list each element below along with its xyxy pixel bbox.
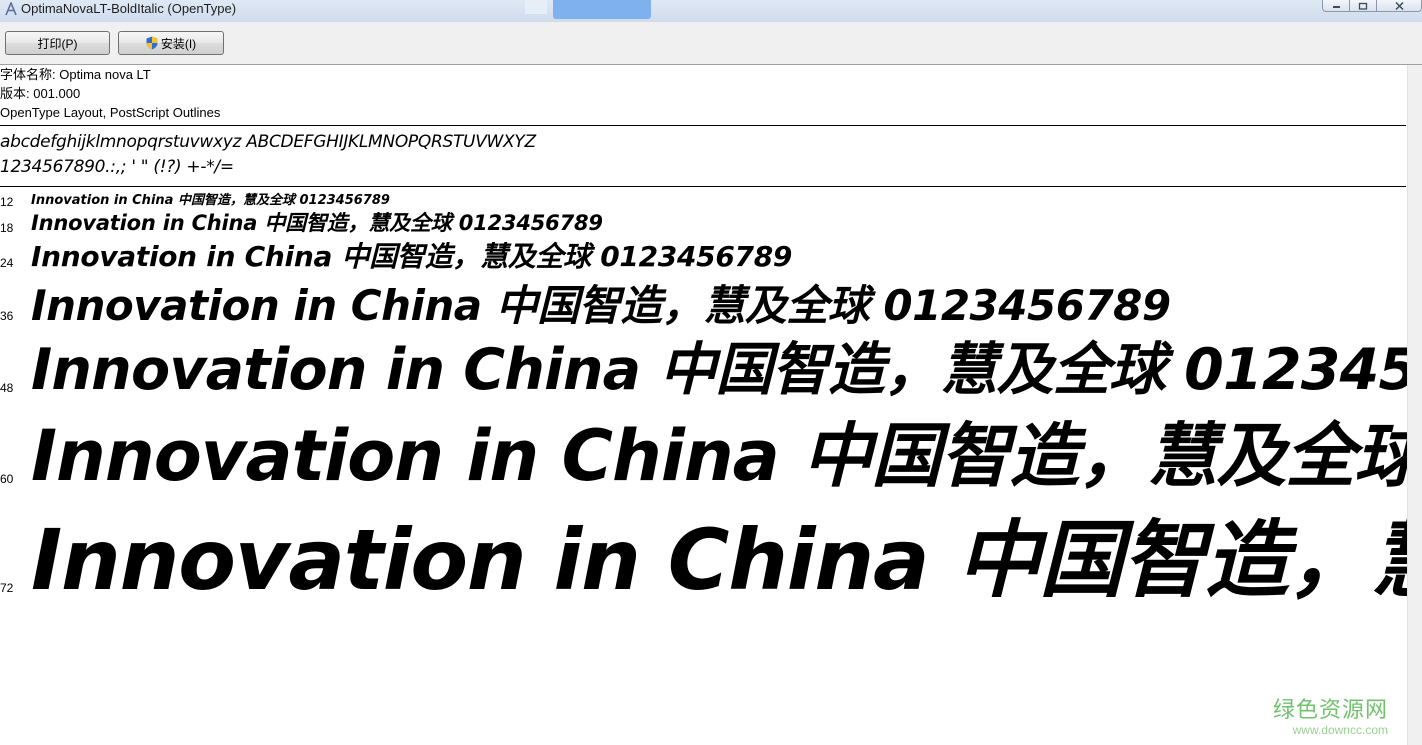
sample-text: Innovation in China 中国智造，慧及全球 0123456789 — [31, 193, 390, 208]
sample-text: Innovation in China 中国智造，慧及全球 0123456789 — [31, 281, 1171, 330]
restore-icon — [1358, 2, 1368, 10]
charset-symbols: 1234567890.:,; ' " (!?) +-*/= — [0, 157, 234, 177]
print-button-label: 打印(P) — [37, 36, 78, 51]
close-button[interactable] — [1376, 0, 1422, 12]
sample-size-label: 60 — [0, 472, 14, 486]
sample-text: Innovation in China 中国智造，慧及全球 0123456789 — [31, 211, 603, 235]
font-viewer-window: OptimaNovaLT-BoldItalic (OpenType) 打印(P) — [0, 0, 1422, 745]
watermark-title: 绿色资源网 — [1272, 698, 1388, 723]
font-type-line: OpenType Layout, PostScript Outlines — [0, 105, 221, 120]
uac-shield-icon — [146, 36, 158, 50]
sample-text: Innovation in China 中国智造，慧及全球 0123456789 — [31, 240, 793, 273]
install-button-label: 安装(I) — [160, 36, 197, 51]
sample-text: Innovation in China 中国智造，慧及全球 0123456789 — [31, 511, 1408, 609]
font-app-icon — [5, 2, 17, 16]
sample-size-label: 24 — [0, 256, 14, 270]
background-window-fragment — [525, 0, 547, 14]
title-bar[interactable]: OptimaNovaLT-BoldItalic (OpenType) — [0, 0, 1422, 22]
watermark-url: www.downcc.com — [1292, 723, 1388, 737]
print-button[interactable]: 打印(P) — [5, 31, 110, 55]
toolbar: 打印(P) 安装(I) — [0, 22, 1422, 65]
charset-letters: abcdefghijklmnopqrstuvwxyz ABCDEFGHIJKLM… — [0, 132, 536, 152]
sample-size-label: 12 — [0, 195, 14, 209]
sample-size-label: 48 — [0, 381, 14, 395]
font-name-line: 字体名称: Optima nova LT — [0, 67, 151, 82]
minimize-button[interactable] — [1322, 0, 1350, 12]
sample-size-label: 36 — [0, 309, 14, 323]
sample-text: Innovation in China 中国智造，慧及全球 0123456789 — [31, 415, 1408, 497]
info-divider — [0, 125, 1406, 126]
sample-text: Innovation in China 中国智造，慧及全球 0123456789 — [31, 337, 1408, 403]
window-title: OptimaNovaLT-BoldItalic (OpenType) — [21, 1, 237, 16]
font-preview-area: 字体名称: Optima nova LT 版本: 001.000 OpenTyp… — [0, 65, 1408, 745]
font-version-line: 版本: 001.000 — [0, 86, 81, 101]
site-watermark: 绿色资源网 www.downcc.com — [1272, 698, 1388, 738]
maximize-button[interactable] — [1349, 0, 1377, 12]
window-controls — [1322, 0, 1422, 12]
minimize-icon — [1332, 5, 1340, 8]
sample-size-label: 18 — [0, 221, 14, 235]
charset-divider — [0, 186, 1406, 187]
install-button[interactable]: 安装(I) — [118, 31, 224, 55]
close-icon — [1394, 1, 1404, 10]
sample-size-label: 72 — [0, 581, 14, 595]
vertical-scrollbar[interactable] — [1407, 65, 1422, 745]
background-button-fragment — [553, 0, 651, 19]
